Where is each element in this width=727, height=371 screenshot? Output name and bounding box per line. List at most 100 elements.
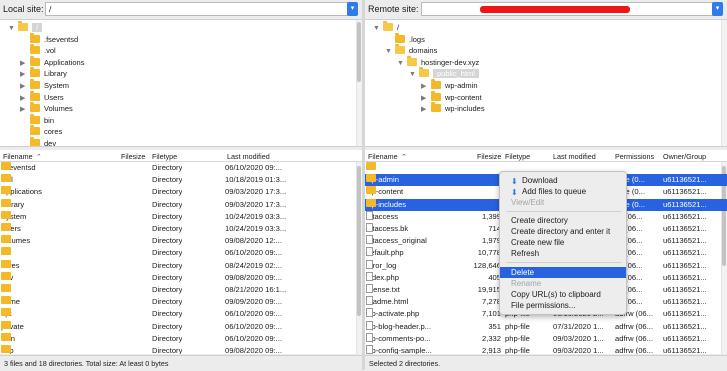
local-file-list[interactable]: .fseventsd Directory 06/10/2020 09:... .vol… (0, 162, 362, 354)
menu-item-create-directory[interactable]: Create directory (500, 215, 626, 226)
owner-group-cell: u61136521... (663, 333, 707, 343)
disclosure-open-icon[interactable]: ▼ (373, 23, 383, 35)
last-modified-cell: 09/09/2020 09:... (225, 297, 283, 307)
local-site-path-input[interactable]: / (45, 2, 348, 16)
filename-cell: .htaccess.bk (366, 223, 471, 235)
remote-site-dropdown-button[interactable]: ▾ (712, 2, 723, 16)
tree-item[interactable]: ▶ wp-includes (421, 102, 485, 116)
table-row[interactable]: wp-comments-po... 2,332 php-file 09/03/2020… (365, 332, 727, 345)
tree-item[interactable]: ▼ / (8, 21, 43, 35)
filesize-cell: 1,979 (481, 236, 501, 246)
table-row[interactable]: sbin Directory 06/10/2020 09:... (0, 332, 362, 345)
table-row[interactable]: .fseventsd Directory 06/10/2020 09:... (0, 162, 362, 174)
menu-item-refresh[interactable]: Refresh (500, 248, 626, 259)
column-filetype[interactable]: Filetype (152, 152, 177, 161)
tree-item[interactable]: .fseventsd (20, 32, 78, 46)
column-filename[interactable]: Filename (368, 152, 398, 161)
column-filename[interactable]: Filename (3, 152, 33, 161)
file-icon (366, 320, 373, 330)
tree-item[interactable]: .vol (20, 44, 56, 57)
tree-item[interactable]: ▼ hostinger-dev.xyz (397, 55, 479, 70)
tree-item[interactable]: .logs (385, 32, 425, 46)
local-site-label: Local site: (3, 4, 44, 14)
table-row[interactable]: etc Directory 08/21/2020 16:1... (0, 284, 362, 296)
folder-icon (30, 125, 40, 136)
tree-item[interactable]: ▶ System (20, 79, 69, 92)
menu-item-create-directory-enter[interactable]: Create directory and enter it (500, 226, 626, 237)
menu-item-delete[interactable]: Delete (500, 267, 626, 278)
column-filetype[interactable]: Filetype (505, 152, 530, 161)
folder-icon (18, 21, 28, 31)
column-permissions[interactable]: Permissions (615, 152, 654, 161)
filename-cell: private (1, 320, 119, 333)
table-row[interactable]: Users Directory 10/24/2019 03:3... (0, 223, 362, 235)
menu-item-add-to-queue[interactable]: ⬇ Add files to queue (500, 186, 626, 197)
folder-icon (1, 186, 11, 195)
table-row[interactable]: System Directory 10/24/2019 03:3... (0, 210, 362, 223)
table-row[interactable]: Applications Directory 09/03/2020 17:3... (0, 186, 362, 198)
tree-item[interactable]: bin (20, 113, 54, 127)
table-row[interactable]: bin Directory 06/10/2020 09:... (0, 247, 362, 259)
table-row[interactable]: dev Directory 09/08/2020 09:... (0, 271, 362, 284)
column-owner-group[interactable]: Owner/Group (663, 152, 706, 161)
remote-directory-tree[interactable]: ▼ / .logs ▼ domains ▼ hostinger-dev.xyz ▼ public… (365, 19, 727, 147)
table-row[interactable]: tmp Directory 09/08/2020 09:... (0, 345, 362, 354)
folder-icon (30, 44, 40, 55)
tree-item[interactable]: ▼ public_html (409, 67, 479, 81)
table-row[interactable]: wp-config-sample... 2,913 php-file 09/03/20… (365, 345, 727, 354)
file-icon (366, 259, 373, 269)
tree-item[interactable]: ▶ Volumes (20, 102, 73, 115)
local-site-dropdown-button[interactable]: ▾ (347, 2, 358, 16)
column-last-modified[interactable]: Last modified (553, 152, 596, 161)
filename-cell: Library (1, 198, 119, 211)
owner-group-cell: u61136521... (663, 211, 707, 221)
table-row[interactable]: home Directory 09/09/2020 09:... (0, 296, 362, 308)
filename-cell: license.txt (366, 284, 471, 296)
table-row[interactable]: Library Directory 09/03/2020 17:3... (0, 198, 362, 211)
menu-item-file-permissions[interactable]: File permissions... (500, 300, 626, 311)
remote-tree-scrollbar[interactable] (721, 20, 727, 146)
tree-item[interactable]: dev (20, 137, 56, 146)
disclosure-closed-icon[interactable]: ▶ (421, 104, 431, 116)
filename-cell: Users (1, 223, 119, 235)
disclosure-open-icon[interactable]: ▼ (8, 23, 18, 35)
folder-icon (1, 162, 11, 170)
disclosure-open-icon[interactable]: ▼ (397, 58, 407, 70)
disclosure-open-icon[interactable]: ▼ (385, 46, 395, 58)
tree-item[interactable]: ▶ Library (20, 67, 67, 80)
last-modified-cell: 09/03/2020 1... (553, 333, 604, 343)
table-row[interactable]: cores Directory 08/24/2019 02:... (0, 259, 362, 272)
tree-item[interactable]: ▶ wp-admin (421, 79, 478, 92)
column-filesize[interactable]: Filesize (121, 152, 145, 161)
table-row[interactable]: Volumes Directory 09/08/2020 12:... (0, 235, 362, 247)
filename-cell: System (1, 210, 119, 223)
column-last-modified[interactable]: Last modified (227, 152, 270, 161)
filetype-cell: Directory (152, 211, 183, 221)
table-row[interactable]: wp-blog-header.p... 351 php-file 07/31/2020… (365, 320, 727, 333)
folder-icon (419, 67, 429, 78)
last-modified-cell: 08/24/2019 02:... (225, 260, 283, 270)
filesize-cell: 7,101 (481, 309, 501, 319)
table-row[interactable]: private Directory 06/10/2020 09:... (0, 320, 362, 333)
menu-item-download[interactable]: ⬇ Download (500, 175, 626, 186)
menu-item-copy-urls[interactable]: Copy URL(s) to clipboard (500, 289, 626, 300)
local-directory-tree[interactable]: ▼ / .fseventsd .vol ▶ Applications ▶ Library ▶ Sy… (0, 19, 362, 147)
column-filesize[interactable]: Filesize (477, 152, 501, 161)
owner-group-cell: u61136521... (663, 321, 707, 331)
filetype-cell: Directory (152, 236, 183, 246)
table-row[interactable]: opt Directory 06/10/2020 09:... (0, 308, 362, 320)
remote-site-path-input[interactable] (421, 2, 714, 16)
disclosure-open-icon[interactable]: ▼ (409, 69, 419, 81)
remote-status-bar: Selected 2 directories. (365, 355, 727, 370)
folder-icon (30, 55, 40, 66)
menu-item-create-file[interactable]: Create new file (500, 237, 626, 248)
filesize-cell: 7,278 (481, 297, 501, 307)
tree-item[interactable]: ▼ domains (385, 44, 437, 58)
tree-item[interactable]: cores (20, 125, 62, 138)
folder-icon (1, 174, 11, 183)
last-modified-cell: 10/18/2019 01:3... (225, 175, 287, 185)
filename-cell: cores (1, 259, 119, 272)
tree-item-label: wp-admin (445, 81, 478, 90)
tree-item[interactable]: ▶ Users (20, 90, 64, 104)
table-row[interactable]: .vol Directory 10/18/2019 01:3... (0, 174, 362, 186)
